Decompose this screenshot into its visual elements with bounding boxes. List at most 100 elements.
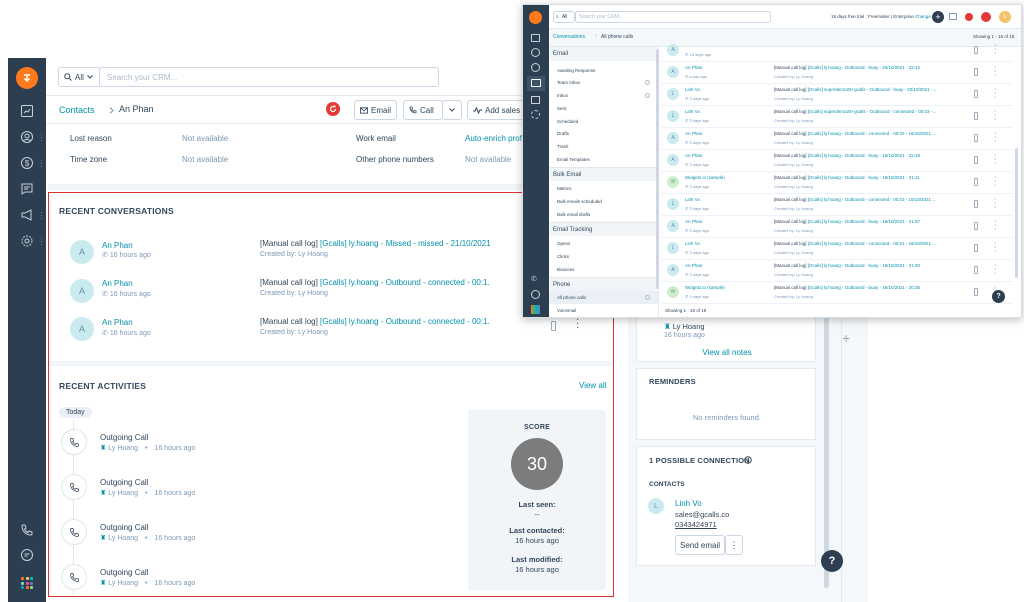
call-title-link[interactable]: [Gcalls] ly.hoang - Outbound - buay - 20… <box>808 65 920 70</box>
attachment-icon[interactable] <box>974 134 978 142</box>
search-scope-dropdown[interactable]: ⌕ All <box>553 11 575 23</box>
sidebar-item-bulk-drafts[interactable]: Bulk email drafts <box>557 212 590 217</box>
activity-item[interactable]: Outgoing Call ♜ Ly Hoang • 16 hours ago <box>49 474 349 508</box>
phone-call-row[interactable]: A An Phan ✆ a day ago [Manual call log] [Gc… <box>661 62 1013 84</box>
more-options-icon[interactable]: ··· <box>994 64 996 79</box>
apps-grid-icon[interactable] <box>21 577 33 589</box>
call-title[interactable]: [Manual call log] [Gcalls] ly.hoang - Ou… <box>774 285 920 290</box>
call-title[interactable]: [Manual call log] [Gcalls] ly.hoang - Ou… <box>774 263 920 268</box>
conversation-contact-name[interactable]: An Phan <box>102 279 133 288</box>
conversation-title-link[interactable]: [Gcalls] ly.hoang - Missed - missed - 21… <box>320 239 490 248</box>
attachment-icon[interactable] <box>974 222 978 230</box>
conversation-title[interactable]: [Manual call log] [Gcalls] ly.hoang - Ou… <box>260 317 490 326</box>
call-options-dropdown[interactable] <box>442 100 462 120</box>
attachment-icon[interactable] <box>974 90 978 98</box>
more-options-icon[interactable]: ··· <box>576 315 579 333</box>
call-title-link[interactable]: [Gcalls] ly.hoang - Outbound - buay - 18… <box>808 175 920 180</box>
call-title[interactable]: [Manual call log] [Gcalls] superdemo25+g… <box>774 109 936 114</box>
more-options-icon[interactable]: ··· <box>994 86 996 101</box>
phone-call-row[interactable]: L Linh Vo ✆ 3 days ago [Manual call log] [G… <box>661 106 1013 128</box>
phone-call-row[interactable]: L Linh Vo ✆ 3 days ago [Manual call log] [G… <box>661 238 1013 260</box>
connection-contact-phone[interactable]: 0343424971 <box>675 520 717 529</box>
phone-call-row[interactable]: A An Phan ✆ 3 days ago [Manual call log] [G… <box>661 216 1013 238</box>
marketing-megaphone-icon[interactable] <box>531 96 540 104</box>
call-title[interactable]: [Manual call log] [Gcalls] ly.hoang - Ou… <box>774 131 936 136</box>
sidebar-item-trash[interactable]: Trash <box>557 144 568 149</box>
phone-call-row[interactable]: A An Phan ✆ 3 days ago [Manual call log] [G… <box>661 128 1013 150</box>
conversation-contact-name[interactable]: An Phan <box>102 241 133 250</box>
chat-icon[interactable] <box>531 290 540 299</box>
call-title-link[interactable]: [Gcalls] superdemo25+gcalls - Outbound -… <box>808 87 936 92</box>
list-scrollbar[interactable] <box>1015 148 1018 278</box>
user-avatar[interactable]: L <box>999 11 1011 23</box>
view-all-activities-link[interactable]: View all <box>579 381 606 390</box>
apps-grid-icon[interactable] <box>531 305 540 314</box>
call-title-link[interactable]: [Gcalls] ly.hoang - Outbound - connected… <box>808 241 936 246</box>
call-contact-name[interactable]: An Phan <box>685 153 702 158</box>
more-options-icon[interactable]: ··· <box>994 108 996 123</box>
inbox-icon[interactable] <box>949 13 957 20</box>
phone-call-row[interactable]: L Linh Vo ✆ 3 days ago [Manual call log] [G… <box>661 84 1013 106</box>
activity-item[interactable]: Outgoing Call ♜ Ly Hoang • 16 hours ago <box>49 519 349 553</box>
call-title-link[interactable]: [Gcalls] ly.hoang - Outbound - buay - 18… <box>808 285 920 290</box>
call-contact-name[interactable]: An Phan <box>685 263 702 268</box>
call-contact-name[interactable]: An Phan <box>685 65 702 70</box>
attachment-icon[interactable] <box>974 200 978 208</box>
sidebar-item-email-templates[interactable]: Email Templates <box>557 157 590 162</box>
sidebar-scrollbar[interactable] <box>656 49 659 289</box>
call-contact-name[interactable]: Linh Vo <box>685 87 700 92</box>
breadcrumb-contacts[interactable]: Contacts <box>59 105 95 115</box>
call-title-link[interactable]: [Gcalls] ly.hoang - Outbound - buay - 18… <box>808 219 920 224</box>
sidebar-item-metrics[interactable]: Metrics <box>557 186 572 191</box>
call-title-link[interactable]: [Gcalls] ly.hoang - Outbound - buay - 18… <box>808 263 920 268</box>
view-all-notes-link[interactable]: View all notes <box>637 348 817 357</box>
attachment-icon[interactable] <box>974 288 978 296</box>
more-options-icon[interactable]: ··· <box>994 174 996 189</box>
connection-more-button[interactable]: ⋮ <box>725 535 743 555</box>
dashboard-icon[interactable] <box>531 34 540 42</box>
sidebar-item-scheduled[interactable]: Scheduled <box>557 119 578 124</box>
conversation-title[interactable]: [Manual call log] [Gcalls] ly.hoang - Mi… <box>260 239 490 248</box>
sidebar-item-opens[interactable]: Opens <box>557 241 570 246</box>
call-title[interactable]: [Manual call log] [Gcalls] ly.hoang - Ou… <box>774 219 920 224</box>
conversation-title-link[interactable]: [Gcalls] ly.hoang - Outbound - connected… <box>320 278 490 287</box>
email-button[interactable]: Email <box>354 100 397 120</box>
conversations-icon[interactable] <box>19 181 35 197</box>
sidebar-item-inbox[interactable]: Inbox <box>557 93 568 98</box>
sales-dollar-icon[interactable] <box>531 63 540 72</box>
attachment-icon[interactable] <box>974 46 978 54</box>
marketing-megaphone-icon[interactable] <box>19 207 35 223</box>
sidebar-item-awaiting-response[interactable]: Awaiting Response <box>557 68 595 73</box>
connection-contact-name[interactable]: Linh Vo <box>675 499 702 508</box>
contacts-icon[interactable] <box>19 129 35 145</box>
call-title[interactable]: [Manual call log] [Gcalls] superdemo25+g… <box>774 87 936 92</box>
call-contact-name[interactable]: Linh Vo <box>685 197 700 202</box>
call-title-link[interactable]: [Gcalls] ly.hoang - Outbound - connected… <box>808 131 936 136</box>
more-options-icon[interactable]: ··· <box>994 42 996 57</box>
attachment-icon[interactable] <box>974 112 978 120</box>
call-title-link[interactable]: [Gcalls] ly.hoang - Outbound - connected… <box>808 197 936 202</box>
call-contact-name[interactable]: Widgetz.io (sample) <box>685 175 725 180</box>
more-options-icon[interactable]: ··· <box>994 262 996 277</box>
call-title[interactable]: [Manual call log] [Gcalls] ly.hoang - Ou… <box>774 153 920 158</box>
attachment-icon[interactable] <box>974 266 978 274</box>
sales-dollar-icon[interactable]: $ <box>19 155 35 171</box>
search-input[interactable]: Search your CRM... <box>575 11 771 23</box>
search-scope-dropdown[interactable]: All <box>58 67 100 87</box>
phone-call-row[interactable]: W Widgetz.io (sample) ✆ 3 days ago [Manual … <box>661 172 1013 194</box>
dashboard-icon[interactable] <box>19 103 35 119</box>
more-options-icon[interactable]: ··· <box>994 196 996 211</box>
sidebar-item-clicks[interactable]: Clicks <box>557 254 569 259</box>
conversation-title-link[interactable]: [Gcalls] ly.hoang - Outbound - connected… <box>320 317 490 326</box>
sidebar-item-sent[interactable]: Sent <box>557 106 566 111</box>
call-title[interactable]: [Manual call log] [Gcalls] ly.hoang - Ou… <box>774 241 936 246</box>
conversation-title[interactable]: [Manual call log] [Gcalls] ly.hoang - Ou… <box>260 278 490 287</box>
sidebar-item-bounces[interactable]: Bounces <box>557 267 575 272</box>
call-contact-name[interactable]: Linh Vo <box>685 241 700 246</box>
phone-icon[interactable]: ✆ <box>531 275 540 284</box>
phone-call-row[interactable]: W Widgetz.io (sample) ✆ 3 days ago [Manual … <box>661 282 1013 304</box>
alert-icon[interactable] <box>981 12 991 22</box>
more-options-icon[interactable]: ··· <box>994 240 996 255</box>
call-contact-name[interactable]: Widgetz.io (sample) <box>685 285 725 290</box>
inbox-gear-icon[interactable] <box>645 93 650 98</box>
